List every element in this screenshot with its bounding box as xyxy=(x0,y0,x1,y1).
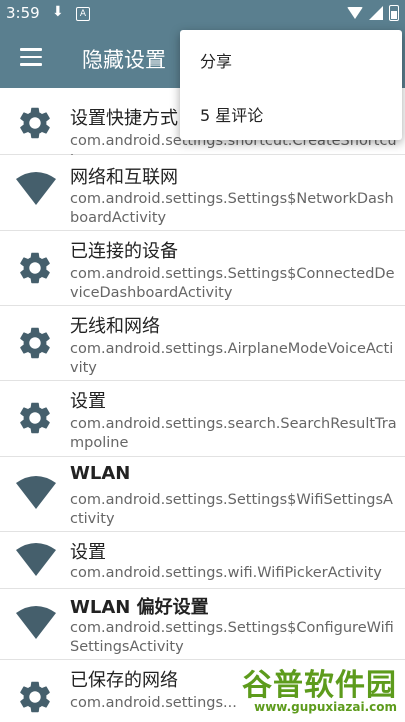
gear-icon xyxy=(20,327,50,359)
item-title: WLAN xyxy=(70,463,131,484)
item-subtitle: com.android.settings.Settings$WifiSettin… xyxy=(70,492,393,527)
gear-icon xyxy=(20,681,50,713)
page-title: 隐藏设置 xyxy=(82,48,166,72)
item-title: 无线和网络 xyxy=(70,316,160,337)
menu-item-rate[interactable]: 5 星评论 xyxy=(200,102,263,126)
gear-icon xyxy=(20,107,50,139)
list-item[interactable]: 网络和互联网 com.android.settings.Settings$Net… xyxy=(0,155,405,231)
list-item[interactable]: WLAN 偏好设置 com.android.settings.Settings$… xyxy=(0,589,405,660)
notification-icon: A xyxy=(76,7,90,21)
hamburger-menu-icon[interactable] xyxy=(20,48,42,68)
item-title: WLAN 偏好设置 xyxy=(70,597,209,618)
list-item[interactable]: 已连接的设备 com.android.settings.Settings$Con… xyxy=(0,231,405,306)
status-bar: 3:59 ⬇ A xyxy=(0,0,405,28)
item-subtitle: com.android.settings.Settings$ConfigureW… xyxy=(70,620,394,655)
status-icons xyxy=(347,5,399,21)
status-time: 3:59 xyxy=(6,4,40,22)
watermark-url: www.gupuxiazai.com xyxy=(254,700,397,714)
list-item[interactable]: WLAN com.android.settings.Settings$WifiS… xyxy=(0,457,405,532)
item-title: 网络和互联网 xyxy=(70,167,178,188)
wifi-icon xyxy=(16,172,56,205)
item-subtitle: com.android.settings.Settings$ConnectedD… xyxy=(70,266,395,301)
list-item[interactable]: 无线和网络 com.android.settings.AirplaneModeV… xyxy=(0,306,405,381)
item-subtitle: com.android.settings.AirplaneModeVoiceAc… xyxy=(70,341,394,376)
item-title: 设置快捷方式 xyxy=(70,108,178,129)
item-title: 已连接的设备 xyxy=(70,241,178,262)
battery-icon xyxy=(389,5,399,21)
list-item[interactable]: 设置 com.android.settings.search.SearchRes… xyxy=(0,381,405,457)
item-subtitle: com.android.settings.search.SearchResult… xyxy=(70,416,397,451)
item-subtitle: com.android.settings.Settings$NetworkDas… xyxy=(70,191,394,226)
overflow-menu: 分享 5 星评论 xyxy=(180,30,402,140)
wifi-status-icon xyxy=(347,7,363,19)
watermark: 谷普软件园 www.gupuxiazai.com xyxy=(242,660,397,714)
list-item[interactable]: 设置 com.android.settings.wifi.WifiPickerA… xyxy=(0,532,405,589)
menu-item-share[interactable]: 分享 xyxy=(200,48,232,72)
signal-icon xyxy=(369,6,383,20)
wifi-icon xyxy=(16,476,56,509)
gear-icon xyxy=(20,402,50,434)
item-title: 设置 xyxy=(70,391,106,412)
gear-icon xyxy=(20,252,50,284)
item-title: 已保存的网络 xyxy=(70,670,178,691)
item-title: 设置 xyxy=(70,542,106,563)
wifi-icon xyxy=(16,543,56,576)
item-subtitle: com.android.settings.wifi.WifiPickerActi… xyxy=(70,565,382,581)
watermark-text: 谷普软件园 xyxy=(242,668,397,703)
download-icon: ⬇ xyxy=(52,4,64,20)
wifi-icon xyxy=(16,606,56,639)
